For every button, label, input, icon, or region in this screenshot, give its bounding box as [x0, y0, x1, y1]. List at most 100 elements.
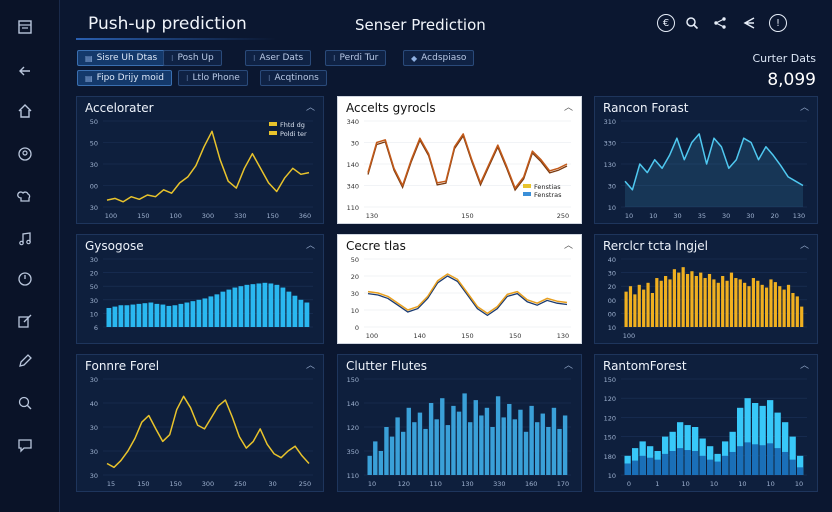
y-tick-label: 330 — [604, 140, 616, 148]
legend-swatch — [523, 192, 531, 196]
y-tick-label: 110 — [347, 472, 359, 480]
bar — [716, 282, 720, 327]
bar — [468, 422, 473, 475]
bar — [473, 400, 478, 475]
panel-3[interactable]: Rancon Forast ︿ 310 330 130 30 10 10 10 30 35 30 3… — [594, 96, 818, 224]
y-tick-label: 340 — [347, 118, 359, 126]
x-tick-label: 10 — [682, 480, 690, 488]
panel-7[interactable]: Fonnre Forel ︿ 30 40 30 30 30 15 150 150 300 250 3… — [76, 354, 324, 492]
chat-icon[interactable] — [14, 434, 36, 456]
back-arrow-icon[interactable] — [740, 14, 758, 32]
bar — [428, 403, 434, 475]
panel-2[interactable]: Accelts gyrocls ︿ 340 30 140 340 110 130 150 25… — [337, 96, 582, 224]
edit-icon[interactable] — [14, 310, 36, 332]
panel-6[interactable]: Rerclcr tcta lngjel ︿ 40 30 20 00 00 10 100 — [594, 234, 818, 344]
top-bar: Push-up prediction Senser Prediction € ! — [60, 0, 832, 46]
bar — [725, 280, 729, 327]
bar — [743, 282, 747, 327]
bar — [106, 307, 112, 327]
filter-pill-2[interactable]: ⁝ Posh Up — [163, 50, 222, 66]
filter-pill-3[interactable]: ⁝ Aser Dats — [245, 50, 312, 66]
bar — [232, 287, 238, 327]
x-tick-label: 330 — [493, 480, 505, 488]
y-tick-label: 120 — [604, 414, 616, 422]
panel-4[interactable]: Gysogose ︿ 30 20 50 30 10 6 — [76, 234, 324, 344]
bar — [166, 305, 172, 327]
chart-svg: 502030100100 140 150 150 130 — [351, 256, 571, 340]
bar — [655, 278, 659, 327]
chef-hat-icon[interactable] — [14, 185, 36, 207]
bar — [160, 304, 166, 327]
bar-secondary — [737, 446, 744, 475]
bar — [642, 289, 646, 327]
bar — [490, 427, 495, 475]
bar-secondary — [639, 455, 646, 475]
filter-pill-8[interactable]: ⁝ Acqtinons — [260, 70, 327, 86]
y-tick-label: 350 — [347, 448, 359, 456]
bar — [406, 407, 411, 475]
bar — [423, 428, 428, 475]
series-line — [106, 395, 310, 469]
filter-pill-7[interactable]: ⁝ Ltlo Phone — [178, 70, 248, 86]
bar — [535, 422, 540, 475]
y-tick-label: 30 — [608, 270, 616, 278]
y-tick-label: 120 — [604, 395, 616, 403]
panel-8[interactable]: Clutter Flutes ︿ 150 140 120 350 110 10 120 110… — [337, 354, 582, 492]
bar — [298, 299, 304, 327]
alert-icon[interactable]: ! — [769, 14, 787, 32]
bar — [142, 303, 148, 327]
panel-9[interactable]: RantomForest ︿ 150 120 120 150 180 10 0 1 10 10 10… — [594, 354, 818, 492]
panel-5[interactable]: Cecre tlas ︿ 50 20 30 10 0 100 140 150 150 130 — [337, 234, 582, 344]
bar — [562, 415, 568, 475]
panel-1[interactable]: Accelorater ︿ 50 50 30 00 30 100 150 100 300 330 1… — [76, 96, 324, 224]
y-tick-label: 50 — [90, 140, 98, 148]
bar — [184, 302, 190, 327]
bar — [685, 273, 690, 327]
search-icon[interactable] — [14, 392, 36, 414]
chart-svg: 150 120 120 150 180 10 0 1 10 10 10 10 10 — [604, 376, 807, 488]
share-icon[interactable] — [711, 14, 729, 32]
info-circle-icon[interactable]: € — [657, 14, 675, 32]
home-icon[interactable] — [14, 100, 36, 122]
legend-swatch — [523, 184, 531, 188]
pencil-icon[interactable] — [14, 350, 36, 372]
x-tick-label: 10 — [710, 480, 718, 488]
location-icon[interactable] — [14, 143, 36, 165]
bar — [694, 276, 698, 327]
bar — [226, 289, 232, 327]
bar — [495, 396, 501, 475]
bar-secondary — [647, 457, 654, 475]
bar — [304, 302, 310, 327]
bar — [699, 272, 703, 327]
music-note-icon[interactable] — [14, 228, 36, 250]
y-tick-label: 50 — [351, 256, 359, 264]
bar — [136, 303, 142, 327]
legend-label: Fhtd dg — [280, 121, 305, 129]
bar — [148, 302, 154, 327]
y-tick-label: 30 — [90, 161, 98, 169]
y-tick-label: 20 — [351, 273, 359, 281]
y-tick-label: 10 — [608, 472, 616, 480]
search-icon[interactable] — [683, 14, 701, 32]
metric-value: 8,099 — [767, 70, 816, 90]
clock-icon[interactable] — [14, 268, 36, 290]
bar-secondary — [632, 460, 639, 475]
filter-pill-6[interactable]: ▤ Fipo Drijy moid — [77, 70, 172, 86]
bar-secondary — [774, 448, 781, 475]
bar — [624, 291, 628, 327]
x-tick-label: 10 — [795, 480, 803, 488]
bar — [703, 278, 707, 327]
y-tick-label: 50 — [90, 118, 98, 126]
y-tick-label: 310 — [604, 118, 616, 126]
filter-pill-1[interactable]: ▤ Sisre Uh Dtas — [77, 50, 166, 66]
dashboard-icon[interactable] — [14, 16, 36, 38]
filter-pill-5[interactable]: ◆ Acdspiaso — [403, 50, 475, 66]
bar — [734, 278, 738, 327]
back-arrow-icon[interactable] — [14, 60, 36, 82]
bar — [280, 287, 286, 327]
bar — [262, 282, 268, 327]
x-tick-label: 20 — [771, 212, 779, 220]
filter-pill-4[interactable]: ⁝ Perdi Tur — [325, 50, 387, 66]
bar — [628, 286, 633, 327]
bar — [738, 279, 742, 327]
